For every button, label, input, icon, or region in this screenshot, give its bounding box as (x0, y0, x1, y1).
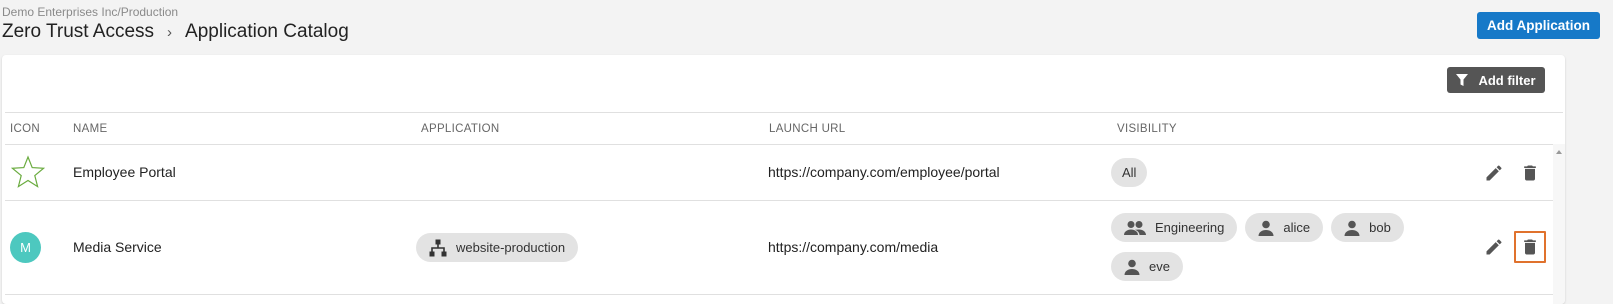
edit-button[interactable] (1478, 231, 1510, 263)
add-filter-button[interactable]: Add filter (1447, 67, 1545, 93)
vertical-scrollbar[interactable] (1553, 144, 1565, 304)
launch-url[interactable]: https://company.com/employee/portal (768, 164, 1000, 180)
visibility-chip-label: alice (1283, 220, 1311, 235)
breadcrumb-separator: › (167, 23, 173, 41)
delete-button[interactable] (1513, 231, 1546, 263)
visibility-chip-user: bob (1331, 213, 1404, 242)
applications-table: ICON NAME APPLICATION LAUNCH URL VISIBIL… (5, 112, 1563, 295)
person-icon (1344, 220, 1360, 236)
column-header-application: APPLICATION (421, 123, 500, 135)
breadcrumb-root[interactable]: Zero Trust Access (2, 21, 154, 43)
visibility-chip-label: eve (1149, 259, 1170, 274)
star-icon (10, 155, 46, 192)
filter-icon (1456, 73, 1469, 86)
application-label: website-production (456, 240, 566, 255)
edit-button[interactable] (1478, 157, 1510, 189)
visibility-chip-label: bob (1369, 220, 1391, 235)
table-row[interactable]: M Media Service website-production https… (5, 201, 1563, 295)
person-icon (1124, 259, 1140, 275)
person-icon (1258, 220, 1274, 236)
add-application-button[interactable]: Add Application (1477, 12, 1600, 39)
pencil-icon (1486, 165, 1502, 181)
trash-icon (1524, 165, 1536, 181)
trash-icon (1524, 239, 1536, 255)
org-path: Demo Enterprises Inc/Production (2, 5, 179, 19)
visibility-chip-label: Engineering (1155, 220, 1225, 235)
app-name[interactable]: Employee Portal (73, 164, 176, 180)
group-icon (1124, 220, 1146, 235)
breadcrumb: Zero Trust Access › Application Catalog (2, 21, 349, 43)
catalog-card: Add filter ICON NAME APPLICATION LAUNCH … (2, 55, 1565, 304)
breadcrumb-current: Application Catalog (185, 21, 349, 42)
column-header-visibility: VISIBILITY (1117, 123, 1177, 135)
visibility-chips: All (1111, 158, 1148, 187)
table-header: ICON NAME APPLICATION LAUNCH URL VISIBIL… (5, 112, 1563, 145)
pencil-icon (1486, 239, 1502, 255)
column-header-name: NAME (73, 123, 108, 135)
column-header-launch-url: LAUNCH URL (769, 123, 846, 135)
row-actions (1478, 231, 1546, 263)
scroll-up-icon[interactable] (1556, 150, 1562, 154)
app-name[interactable]: Media Service (73, 239, 162, 255)
network-icon (429, 239, 447, 256)
visibility-chip-group: Engineering (1111, 213, 1238, 242)
delete-button[interactable] (1514, 157, 1546, 189)
visibility-chip-all: All (1111, 158, 1148, 187)
row-actions (1478, 157, 1546, 189)
launch-url[interactable]: https://company.com/media (768, 239, 938, 255)
visibility-chip-user: alice (1245, 213, 1324, 242)
application-chip[interactable]: website-production (416, 233, 579, 262)
table-row[interactable]: Employee Portal https://company.com/empl… (5, 145, 1563, 201)
add-filter-label: Add filter (1478, 72, 1536, 88)
visibility-chip-user: eve (1111, 252, 1183, 281)
column-header-icon: ICON (10, 123, 40, 135)
page-header: Demo Enterprises Inc/Production Zero Tru… (0, 0, 1613, 56)
visibility-chips: Engineering alice bob eve (1111, 213, 1451, 281)
avatar: M (10, 232, 41, 263)
